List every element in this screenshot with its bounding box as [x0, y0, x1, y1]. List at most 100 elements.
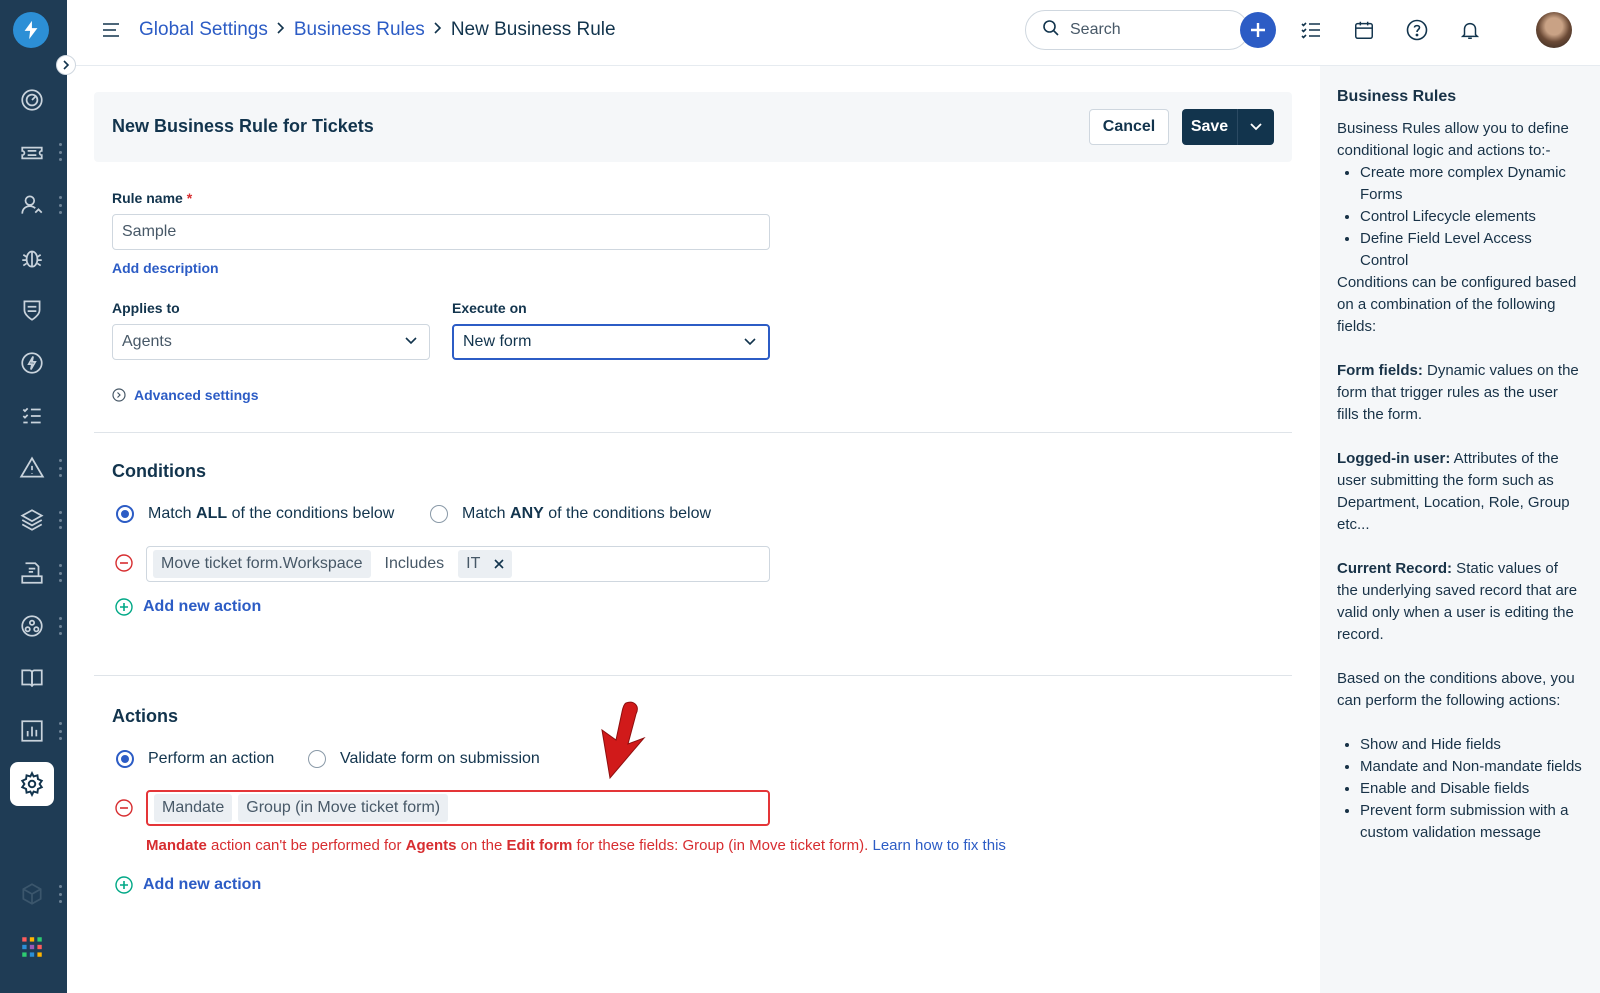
actions-title: Actions: [112, 706, 179, 726]
help-title: Business Rules: [1337, 88, 1457, 105]
condition-field-chip[interactable]: Move ticket form.Workspace: [153, 550, 371, 578]
bell-icon[interactable]: [1452, 12, 1488, 48]
rule-name-label-text: Rule name: [112, 190, 183, 206]
document-icon[interactable]: [10, 551, 54, 595]
add-description-link[interactable]: Add description: [112, 260, 219, 276]
remove-condition-icon[interactable]: [115, 554, 133, 572]
calendar-icon[interactable]: [1346, 12, 1382, 48]
conditions-title: Conditions: [112, 461, 206, 481]
chevron-right-icon: [276, 21, 286, 39]
network-icon[interactable]: [10, 604, 54, 648]
alert-icon[interactable]: [10, 446, 54, 490]
sidebar: [0, 0, 67, 993]
radio-selected[interactable]: [116, 505, 134, 523]
list-item: Control Lifecycle elements: [1360, 206, 1582, 228]
bolt-logo-icon[interactable]: [13, 12, 49, 48]
condition-operator[interactable]: Includes: [377, 555, 453, 573]
validate-form-radio[interactable]: Validate form on submission: [308, 750, 540, 768]
match-all-label: Match ALL of the conditions below: [148, 505, 395, 522]
search-input[interactable]: Search: [1025, 10, 1249, 50]
radio-selected[interactable]: [116, 750, 134, 768]
chart-icon[interactable]: [10, 709, 54, 753]
applies-to-select[interactable]: Agents: [112, 324, 430, 360]
gear-icon[interactable]: [10, 762, 54, 806]
advanced-settings-toggle[interactable]: Advanced settings: [112, 387, 258, 403]
list-item: Enable and Disable fields: [1360, 778, 1582, 800]
chevron-down-icon[interactable]: [1237, 109, 1274, 145]
list-item: Create more complex Dynamic Forms: [1360, 162, 1582, 206]
rule-name-value: Sample: [122, 223, 177, 240]
cancel-button[interactable]: Cancel: [1089, 109, 1169, 145]
dashboard-icon[interactable]: [10, 78, 54, 122]
layers-icon[interactable]: [10, 498, 54, 542]
shield-icon[interactable]: [10, 288, 54, 332]
add-circle-icon: [115, 876, 133, 894]
help-intro-list: Create more complex Dynamic Forms Contro…: [1337, 162, 1582, 272]
radio-unselected[interactable]: [430, 505, 448, 523]
condition-rule[interactable]: Move ticket form.Workspace Includes IT: [146, 546, 770, 582]
execute-on-select[interactable]: New form: [452, 324, 770, 360]
ticket-icon[interactable]: [10, 131, 54, 175]
help-conditions-text: Conditions can be configured based on a …: [1337, 274, 1577, 335]
add-action-label[interactable]: Add new action: [143, 876, 261, 894]
help-icon[interactable]: [1399, 12, 1435, 48]
radio-unselected[interactable]: [308, 750, 326, 768]
search-icon: [1042, 19, 1060, 42]
add-action-button[interactable]: Add new action: [115, 876, 261, 894]
rule-name-input[interactable]: Sample: [112, 214, 770, 250]
top-header: Global Settings Business Rules New Busin…: [67, 0, 1600, 66]
add-condition-button[interactable]: Add new action: [115, 598, 261, 616]
condition-value-chip[interactable]: IT: [458, 550, 513, 578]
divider: [94, 675, 1292, 676]
avatar[interactable]: [1536, 12, 1572, 48]
condition-value: IT: [466, 555, 481, 572]
action-rule[interactable]: Mandate Group (in Move ticket form): [146, 790, 770, 826]
checklist-icon[interactable]: [10, 394, 54, 438]
help-panel: Business Rules Business Rules allow you …: [1320, 66, 1600, 993]
bug-icon[interactable]: [10, 236, 54, 280]
action-type-chip[interactable]: Mandate: [154, 794, 233, 822]
breadcrumb-global-settings[interactable]: Global Settings: [139, 19, 268, 41]
chevron-down-icon: [405, 337, 417, 345]
learn-fix-link[interactable]: Learn how to fix this: [873, 837, 1006, 854]
help-actions-list: Show and Hide fields Mandate and Non-man…: [1337, 734, 1582, 844]
divider: [94, 432, 1292, 433]
breadcrumb-business-rules[interactable]: Business Rules: [294, 19, 425, 41]
match-all-radio[interactable]: Match ALL of the conditions below: [116, 505, 394, 523]
chevron-right-icon: [433, 21, 443, 39]
remove-action-icon[interactable]: [115, 799, 133, 817]
help-logged-in-user: Logged-in user: Attributes of the user s…: [1337, 450, 1570, 533]
new-item-button[interactable]: [1240, 12, 1276, 48]
lightning-icon[interactable]: [10, 341, 54, 385]
page-title: New Business Rule for Tickets: [112, 116, 374, 136]
plus-icon: [1251, 23, 1265, 37]
action-field-chip[interactable]: Group (in Move ticket form): [238, 794, 449, 822]
required-asterisk: *: [186, 190, 193, 206]
perform-action-radio[interactable]: Perform an action: [116, 750, 274, 768]
search-placeholder: Search: [1070, 21, 1121, 38]
match-any-radio[interactable]: Match ANY of the conditions below: [430, 505, 711, 523]
advanced-settings-label[interactable]: Advanced settings: [134, 387, 258, 403]
hamburger-menu-icon[interactable]: [101, 20, 121, 40]
list-item: Define Field Level Access Control: [1360, 228, 1582, 272]
contacts-icon[interactable]: [10, 183, 54, 227]
chevron-down-icon: [744, 338, 756, 346]
save-button[interactable]: Save: [1182, 109, 1274, 145]
help-form-fields: Form fields: Dynamic values on the form …: [1337, 362, 1579, 423]
annotation-arrow-icon: [601, 701, 646, 780]
close-icon: [494, 559, 504, 569]
execute-on-label: Execute on: [452, 300, 527, 316]
help-current-record: Current Record: Static values of the und…: [1337, 560, 1578, 643]
save-label[interactable]: Save: [1182, 118, 1237, 136]
apps-grid-icon[interactable]: [10, 925, 54, 969]
action-error-message: Mandate action can't be performed for Ag…: [146, 837, 1006, 854]
validate-form-label: Validate form on submission: [340, 750, 540, 767]
cube-icon[interactable]: [10, 872, 54, 916]
title-bar: New Business Rule for Tickets Cancel Sav…: [94, 92, 1292, 162]
applies-to-value: Agents: [122, 333, 172, 350]
todo-list-icon[interactable]: [1293, 12, 1329, 48]
sidebar-collapse-button[interactable]: [56, 55, 76, 75]
book-icon[interactable]: [10, 656, 54, 700]
perform-action-label: Perform an action: [148, 750, 275, 767]
add-condition-label[interactable]: Add new action: [143, 598, 261, 616]
